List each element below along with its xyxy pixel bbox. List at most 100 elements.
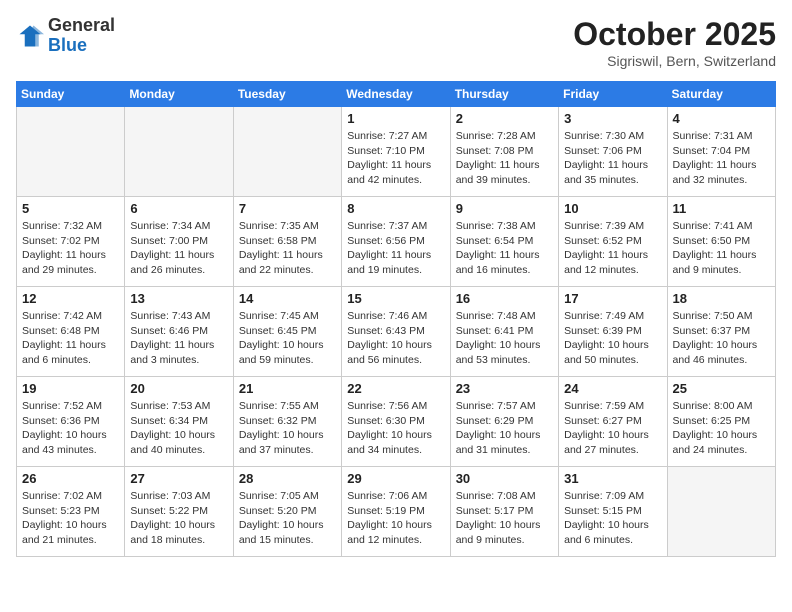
day-info: Sunrise: 7:53 AM Sunset: 6:34 PM Dayligh… (130, 399, 227, 458)
calendar-cell (17, 107, 125, 197)
month-title: October 2025 (573, 16, 776, 53)
day-info: Sunrise: 7:28 AM Sunset: 7:08 PM Dayligh… (456, 129, 553, 188)
day-info: Sunrise: 7:57 AM Sunset: 6:29 PM Dayligh… (456, 399, 553, 458)
calendar-cell: 16 Sunrise: 7:48 AM Sunset: 6:41 PM Dayli… (450, 287, 558, 377)
day-number: 18 (673, 291, 770, 306)
day-number: 7 (239, 201, 336, 216)
day-info: Sunrise: 7:06 AM Sunset: 5:19 PM Dayligh… (347, 489, 444, 548)
day-info: Sunrise: 7:45 AM Sunset: 6:45 PM Dayligh… (239, 309, 336, 368)
day-info: Sunrise: 7:38 AM Sunset: 6:54 PM Dayligh… (456, 219, 553, 278)
day-info: Sunrise: 7:30 AM Sunset: 7:06 PM Dayligh… (564, 129, 661, 188)
calendar-cell: 24 Sunrise: 7:59 AM Sunset: 6:27 PM Dayli… (559, 377, 667, 467)
weekday-header: Tuesday (233, 82, 341, 107)
day-info: Sunrise: 7:50 AM Sunset: 6:37 PM Dayligh… (673, 309, 770, 368)
day-info: Sunrise: 7:08 AM Sunset: 5:17 PM Dayligh… (456, 489, 553, 548)
calendar-cell: 27Sunrise: 7:03 AM Sunset: 5:22 PM Dayli… (125, 467, 233, 557)
day-info: Sunrise: 7:34 AM Sunset: 7:00 PM Dayligh… (130, 219, 227, 278)
weekday-header: Sunday (17, 82, 125, 107)
day-info: Sunrise: 7:56 AM Sunset: 6:30 PM Dayligh… (347, 399, 444, 458)
day-info: Sunrise: 7:55 AM Sunset: 6:32 PM Dayligh… (239, 399, 336, 458)
weekday-header: Thursday (450, 82, 558, 107)
calendar-cell: 10Sunrise: 7:39 AM Sunset: 6:52 PM Dayli… (559, 197, 667, 287)
calendar-cell: 11Sunrise: 7:41 AM Sunset: 6:50 PM Dayli… (667, 197, 775, 287)
weekday-header: Saturday (667, 82, 775, 107)
day-info: Sunrise: 7:09 AM Sunset: 5:15 PM Dayligh… (564, 489, 661, 548)
day-info: Sunrise: 7:37 AM Sunset: 6:56 PM Dayligh… (347, 219, 444, 278)
day-info: Sunrise: 7:41 AM Sunset: 6:50 PM Dayligh… (673, 219, 770, 278)
calendar-cell: 20 Sunrise: 7:53 AM Sunset: 6:34 PM Dayli… (125, 377, 233, 467)
day-info: Sunrise: 7:59 AM Sunset: 6:27 PM Dayligh… (564, 399, 661, 458)
calendar-cell: 29Sunrise: 7:06 AM Sunset: 5:19 PM Dayli… (342, 467, 450, 557)
calendar-cell (125, 107, 233, 197)
day-number: 16 (456, 291, 553, 306)
calendar-cell: 15 Sunrise: 7:46 AM Sunset: 6:43 PM Dayli… (342, 287, 450, 377)
day-number: 31 (564, 471, 661, 486)
day-info: Sunrise: 7:46 AM Sunset: 6:43 PM Dayligh… (347, 309, 444, 368)
weekday-header-row: SundayMondayTuesdayWednesdayThursdayFrid… (17, 82, 776, 107)
calendar-week-row: 26Sunrise: 7:02 AM Sunset: 5:23 PM Dayli… (17, 467, 776, 557)
day-info: Sunrise: 7:31 AM Sunset: 7:04 PM Dayligh… (673, 129, 770, 188)
calendar-cell (233, 107, 341, 197)
day-number: 6 (130, 201, 227, 216)
logo: General Blue (16, 16, 115, 56)
weekday-header: Wednesday (342, 82, 450, 107)
calendar-week-row: 19 Sunrise: 7:52 AM Sunset: 6:36 PM Dayli… (17, 377, 776, 467)
weekday-header: Friday (559, 82, 667, 107)
day-number: 10 (564, 201, 661, 216)
day-info: Sunrise: 7:02 AM Sunset: 5:23 PM Dayligh… (22, 489, 119, 548)
day-number: 17 (564, 291, 661, 306)
calendar-cell: 26Sunrise: 7:02 AM Sunset: 5:23 PM Dayli… (17, 467, 125, 557)
calendar-cell: 8 Sunrise: 7:37 AM Sunset: 6:56 PM Daylig… (342, 197, 450, 287)
day-info: Sunrise: 7:35 AM Sunset: 6:58 PM Dayligh… (239, 219, 336, 278)
logo-text: General Blue (48, 16, 115, 56)
day-number: 12 (22, 291, 119, 306)
day-number: 28 (239, 471, 336, 486)
day-number: 19 (22, 381, 119, 396)
calendar-cell: 2 Sunrise: 7:28 AM Sunset: 7:08 PM Daylig… (450, 107, 558, 197)
day-number: 14 (239, 291, 336, 306)
calendar-table: SundayMondayTuesdayWednesdayThursdayFrid… (16, 81, 776, 557)
calendar-cell: 28 Sunrise: 7:05 AM Sunset: 5:20 PM Dayli… (233, 467, 341, 557)
logo-icon (16, 22, 44, 50)
calendar-cell: 21Sunrise: 7:55 AM Sunset: 6:32 PM Dayli… (233, 377, 341, 467)
calendar-cell: 17Sunrise: 7:49 AM Sunset: 6:39 PM Dayli… (559, 287, 667, 377)
day-number: 15 (347, 291, 444, 306)
calendar-cell: 13 Sunrise: 7:43 AM Sunset: 6:46 PM Dayli… (125, 287, 233, 377)
day-info: Sunrise: 7:03 AM Sunset: 5:22 PM Dayligh… (130, 489, 227, 548)
title-block: October 2025 Sigriswil, Bern, Switzerlan… (573, 16, 776, 69)
day-number: 25 (673, 381, 770, 396)
day-number: 1 (347, 111, 444, 126)
day-number: 13 (130, 291, 227, 306)
calendar-cell: 31 Sunrise: 7:09 AM Sunset: 5:15 PM Dayli… (559, 467, 667, 557)
calendar-cell: 9Sunrise: 7:38 AM Sunset: 6:54 PM Daylig… (450, 197, 558, 287)
calendar-cell: 22 Sunrise: 7:56 AM Sunset: 6:30 PM Dayli… (342, 377, 450, 467)
day-info: Sunrise: 7:32 AM Sunset: 7:02 PM Dayligh… (22, 219, 119, 278)
calendar-week-row: 5Sunrise: 7:32 AM Sunset: 7:02 PM Daylig… (17, 197, 776, 287)
day-info: Sunrise: 7:48 AM Sunset: 6:41 PM Dayligh… (456, 309, 553, 368)
calendar-cell: 30Sunrise: 7:08 AM Sunset: 5:17 PM Dayli… (450, 467, 558, 557)
day-number: 3 (564, 111, 661, 126)
calendar-cell: 4 Sunrise: 7:31 AM Sunset: 7:04 PM Daylig… (667, 107, 775, 197)
calendar-cell (667, 467, 775, 557)
day-number: 23 (456, 381, 553, 396)
day-info: Sunrise: 7:52 AM Sunset: 6:36 PM Dayligh… (22, 399, 119, 458)
calendar-cell: 1 Sunrise: 7:27 AM Sunset: 7:10 PM Daylig… (342, 107, 450, 197)
day-number: 8 (347, 201, 444, 216)
logo-blue: Blue (48, 36, 115, 56)
day-number: 4 (673, 111, 770, 126)
calendar-week-row: 1 Sunrise: 7:27 AM Sunset: 7:10 PM Daylig… (17, 107, 776, 197)
calendar-cell: 25Sunrise: 8:00 AM Sunset: 6:25 PM Dayli… (667, 377, 775, 467)
calendar-week-row: 12 Sunrise: 7:42 AM Sunset: 6:48 PM Dayli… (17, 287, 776, 377)
day-number: 2 (456, 111, 553, 126)
day-info: Sunrise: 7:42 AM Sunset: 6:48 PM Dayligh… (22, 309, 119, 368)
day-number: 20 (130, 381, 227, 396)
calendar-cell: 7 Sunrise: 7:35 AM Sunset: 6:58 PM Daylig… (233, 197, 341, 287)
calendar-cell: 12 Sunrise: 7:42 AM Sunset: 6:48 PM Dayli… (17, 287, 125, 377)
day-info: Sunrise: 7:43 AM Sunset: 6:46 PM Dayligh… (130, 309, 227, 368)
calendar-cell: 5Sunrise: 7:32 AM Sunset: 7:02 PM Daylig… (17, 197, 125, 287)
day-number: 24 (564, 381, 661, 396)
day-info: Sunrise: 7:27 AM Sunset: 7:10 PM Dayligh… (347, 129, 444, 188)
day-number: 22 (347, 381, 444, 396)
calendar-cell: 23 Sunrise: 7:57 AM Sunset: 6:29 PM Dayli… (450, 377, 558, 467)
day-info: Sunrise: 7:05 AM Sunset: 5:20 PM Dayligh… (239, 489, 336, 548)
